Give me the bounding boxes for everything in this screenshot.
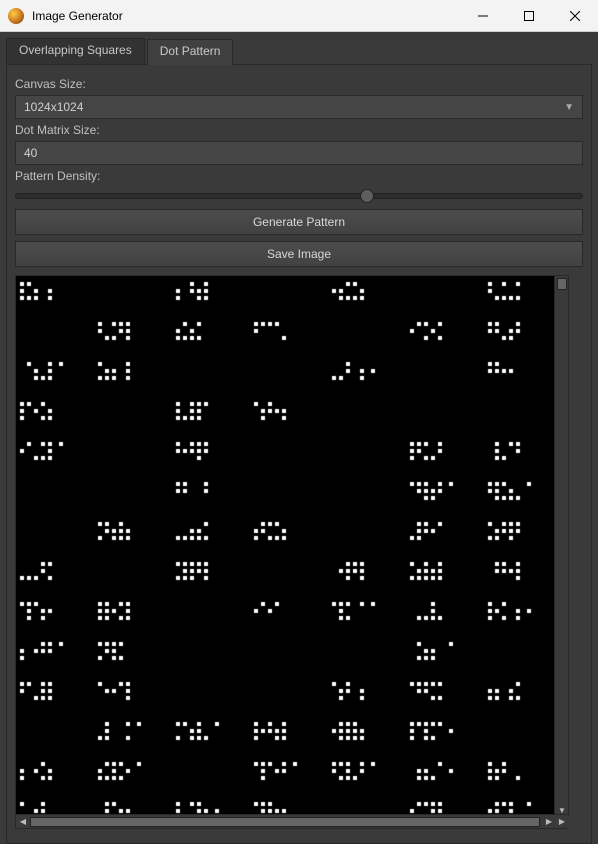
dot-matrix-field[interactable] (24, 146, 574, 160)
tab-bar: Overlapping Squares Dot Pattern (6, 38, 592, 64)
scroll-right-icon[interactable]: ▶ (544, 817, 554, 827)
app-frame: Overlapping Squares Dot Pattern Canvas S… (0, 32, 598, 843)
slider-track[interactable] (15, 193, 583, 199)
preview-viewport[interactable] (16, 276, 556, 816)
pattern-density-label: Pattern Density: (15, 169, 583, 183)
horizontal-scroll-thumb[interactable] (30, 817, 540, 827)
tab-dot-pattern[interactable]: Dot Pattern (147, 39, 234, 65)
title-bar: Image Generator (0, 0, 598, 32)
canvas-size-label: Canvas Size: (15, 77, 583, 91)
generate-pattern-button[interactable]: Generate Pattern (15, 209, 583, 235)
pattern-density-slider[interactable] (15, 193, 583, 199)
tab-panel: Canvas Size: 1024x1024 ▼ Dot Matrix Size… (6, 64, 592, 844)
dot-matrix-input[interactable] (15, 141, 583, 165)
horizontal-scrollbar[interactable]: ◀ ▶ ▶ (16, 814, 570, 828)
window-title: Image Generator (32, 9, 460, 23)
canvas-size-value: 1024x1024 (24, 100, 83, 114)
tab-overlapping-squares[interactable]: Overlapping Squares (6, 38, 145, 64)
app-icon (8, 8, 24, 24)
save-image-button[interactable]: Save Image (15, 241, 583, 267)
canvas-size-select[interactable]: 1024x1024 ▼ (15, 95, 583, 119)
preview-area: ▼ ◀ ▶ ▶ (15, 275, 569, 829)
chevron-down-icon: ▼ (564, 102, 574, 113)
vertical-scrollbar[interactable]: ▼ (554, 276, 568, 816)
maximize-button[interactable] (506, 0, 552, 31)
slider-thumb[interactable] (360, 189, 374, 203)
minimize-button[interactable] (460, 0, 506, 31)
dot-pattern-canvas (16, 276, 556, 816)
window-controls (460, 0, 598, 31)
vertical-scroll-thumb[interactable] (557, 278, 567, 290)
scroll-right-end-icon[interactable]: ▶ (557, 817, 567, 827)
scroll-left-icon[interactable]: ◀ (18, 817, 28, 827)
dot-matrix-label: Dot Matrix Size: (15, 123, 583, 137)
close-button[interactable] (552, 0, 598, 31)
